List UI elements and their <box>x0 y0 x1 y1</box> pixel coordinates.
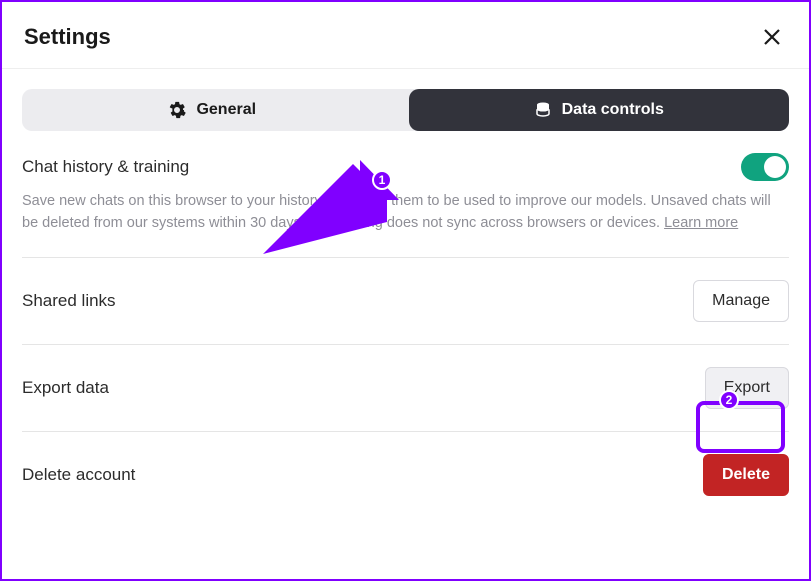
history-desc-text: Save new chats on this browser to your h… <box>22 193 771 231</box>
modal-header: Settings <box>2 2 809 69</box>
section-delete-account: Delete account Delete <box>22 432 789 518</box>
section-export-data: Export data Export <box>22 345 789 432</box>
section-history: Chat history & training Save new chats o… <box>22 131 789 258</box>
learn-more-link[interactable]: Learn more <box>664 215 738 231</box>
history-description: Save new chats on this browser to your h… <box>22 191 789 235</box>
history-toggle[interactable] <box>741 153 789 181</box>
tab-general-label: General <box>196 101 256 119</box>
toggle-knob <box>764 156 786 178</box>
delete-account-label: Delete account <box>22 465 135 485</box>
settings-content: Chat history & training Save new chats o… <box>2 131 809 528</box>
export-data-label: Export data <box>22 378 109 398</box>
page-title: Settings <box>24 24 111 50</box>
delete-button[interactable]: Delete <box>703 454 789 496</box>
export-button[interactable]: Export <box>705 367 789 409</box>
history-label: Chat history & training <box>22 157 189 177</box>
tab-data-controls-label: Data controls <box>562 101 664 119</box>
settings-modal: Settings General Data controls Chat hist… <box>2 2 809 579</box>
database-icon <box>534 101 552 119</box>
section-shared-links: Shared links Manage <box>22 258 789 345</box>
tab-general[interactable]: General <box>22 89 403 131</box>
shared-links-label: Shared links <box>22 291 116 311</box>
tabbar: General Data controls <box>22 89 789 131</box>
close-icon[interactable] <box>763 28 781 46</box>
tab-data-controls[interactable]: Data controls <box>409 89 790 131</box>
gear-icon <box>168 101 186 119</box>
manage-button[interactable]: Manage <box>693 280 789 322</box>
